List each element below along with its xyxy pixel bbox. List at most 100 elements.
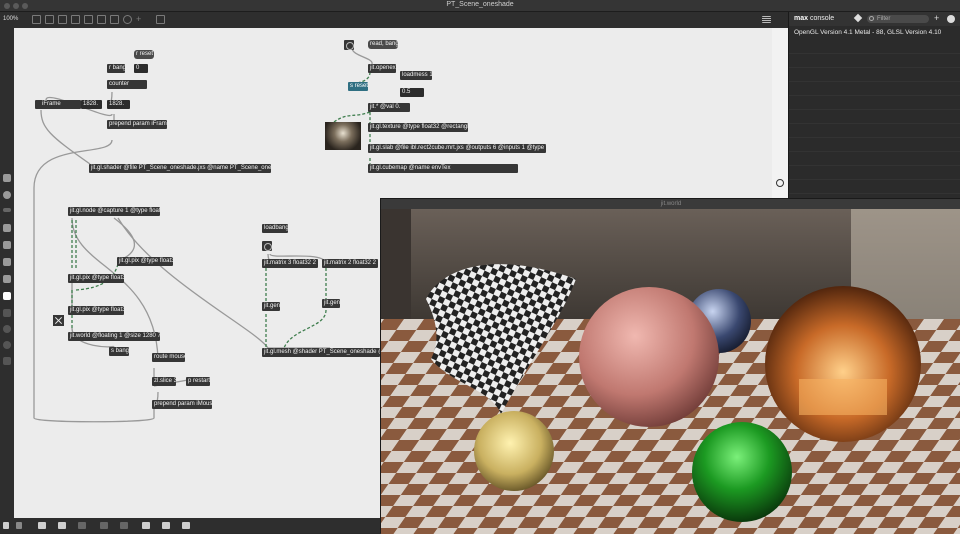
console-row: [789, 68, 960, 82]
piano-icon[interactable]: [162, 522, 170, 529]
io-icon[interactable]: [3, 241, 11, 249]
pix-object-2[interactable]: jit.gl.pix @type float32: [117, 257, 173, 266]
s-reset-object[interactable]: s reset: [348, 82, 368, 91]
cursor-icon[interactable]: [100, 522, 108, 529]
image-icon[interactable]: [3, 258, 11, 266]
r-bang-object[interactable]: r bang: [107, 64, 125, 73]
console-row: [789, 180, 960, 194]
console-row: [789, 40, 960, 54]
zl-slice-object[interactable]: zl.slice 3: [152, 377, 176, 386]
console-row: [789, 54, 960, 68]
route-mouse-object[interactable]: route mouse: [152, 353, 185, 362]
console-message: OpenGL Version 4.1 Metal - 88, GLSL Vers…: [794, 29, 942, 36]
title-bar: PT_Scene_oneshade: [0, 0, 960, 12]
toggle-icon[interactable]: [110, 15, 119, 24]
number-icon[interactable]: [84, 15, 93, 24]
world-toggle[interactable]: [53, 315, 64, 326]
lock-toggle-icon[interactable]: [32, 15, 41, 24]
loadmess-object[interactable]: loadmess 1: [400, 71, 432, 80]
zero-number-box[interactable]: 0: [134, 64, 148, 73]
iframe-number-box-2[interactable]: 1828.: [107, 100, 130, 109]
render-window[interactable]: jit.world: [380, 198, 960, 534]
canvas-scroll-area[interactable]: [772, 28, 788, 198]
prepend-imouse-object[interactable]: prepend param iMouse: [152, 400, 212, 409]
lock-icon[interactable]: [3, 522, 9, 529]
window-title: PT_Scene_oneshade: [446, 1, 514, 8]
mortar-icon[interactable]: [3, 292, 11, 300]
r-reset-object[interactable]: r reset: [134, 50, 154, 59]
console-row: [789, 152, 960, 166]
sidebar-toggle-icon[interactable]: [762, 16, 771, 23]
grid-icon[interactable]: [78, 522, 86, 529]
console-row: [789, 124, 960, 138]
matrix2-object[interactable]: jit.matrix 2 float32 2 2: [322, 259, 378, 268]
reference-icon[interactable]: [3, 341, 11, 349]
slab-object[interactable]: jit.gl.slab @file ibl.rect2cube.mrt.jxs …: [368, 144, 546, 153]
console-filter-input[interactable]: Filter: [867, 15, 929, 23]
console-row: [789, 96, 960, 110]
circle-icon[interactable]: [3, 191, 11, 199]
iframe-label: iFrame: [35, 100, 81, 109]
jit-gen-object-2[interactable]: jit.gen: [322, 299, 340, 308]
console-row: [789, 82, 960, 96]
package-icon[interactable]: [3, 309, 11, 317]
console-row: [789, 138, 960, 152]
note-icon[interactable]: [3, 224, 11, 232]
float-number-box[interactable]: 0.5: [400, 88, 424, 97]
texture-object[interactable]: jit.gl.texture @type float32 @rectangle …: [368, 123, 468, 132]
console-row: [789, 110, 960, 124]
matrix3-object[interactable]: jit.matrix 3 float32 2 2: [262, 259, 318, 268]
paint-icon[interactable]: [156, 15, 165, 24]
search-icon[interactable]: [776, 179, 784, 187]
dial-icon[interactable]: [123, 15, 132, 24]
debug-icon[interactable]: [120, 522, 128, 529]
world-object[interactable]: jit.world @floating 1 @size 1280 720: [68, 332, 160, 341]
loadbang-button[interactable]: [262, 241, 272, 251]
render-window-title: jit.world: [381, 199, 960, 209]
diamond-icon[interactable]: [853, 13, 863, 23]
loadbang-object[interactable]: loadbang: [262, 224, 288, 233]
help-icon[interactable]: [3, 325, 11, 333]
cubemap-object[interactable]: jit.gl.cubemap @name envTex: [368, 164, 518, 173]
message-icon[interactable]: [71, 15, 80, 24]
mixer-icon[interactable]: [182, 522, 190, 529]
star-icon[interactable]: [3, 357, 11, 365]
presentation-icon[interactable]: [16, 522, 22, 529]
environment-thumbnail: [325, 122, 361, 150]
pix-object-1[interactable]: jit.gl.pix @type float32: [68, 274, 124, 283]
comment-icon[interactable]: [58, 15, 67, 24]
bar-icon[interactable]: [3, 208, 11, 212]
p-restart-object[interactable]: p restart: [186, 377, 210, 386]
console-title: max console: [794, 15, 835, 22]
patcher-toolbar: 100% +: [0, 12, 788, 28]
chat-icon[interactable]: [38, 522, 46, 529]
iframe-number-box[interactable]: 1828.: [81, 100, 102, 109]
jit-multiply-object[interactable]: jit.* @val 0.: [368, 103, 410, 112]
clip-icon[interactable]: [3, 275, 11, 283]
button-icon[interactable]: [97, 15, 106, 24]
layers-icon[interactable]: [58, 522, 66, 529]
prepend-iframe-object[interactable]: prepend param iFrame: [107, 120, 167, 129]
node-object[interactable]: jit.gl.node @capture 1 @type float32: [68, 207, 160, 216]
render-viewport[interactable]: [381, 209, 960, 534]
add-icon[interactable]: +: [136, 15, 145, 24]
cube-icon[interactable]: [3, 174, 11, 182]
read-bang-button[interactable]: [344, 40, 354, 50]
pix-object-3[interactable]: jit.gl.pix @type float32: [68, 306, 124, 315]
zoom-level[interactable]: 100%: [3, 16, 18, 22]
read-bang-message[interactable]: read, bang: [368, 40, 399, 49]
add-icon[interactable]: +: [934, 13, 939, 23]
wrench-icon[interactable]: [142, 522, 150, 529]
openexr-object[interactable]: jit.openexr: [368, 64, 396, 73]
console-header: max console Filter +: [789, 12, 960, 26]
jit-gen-object-1[interactable]: jit.gen: [262, 302, 280, 311]
clear-console-icon[interactable]: [947, 15, 955, 23]
rendered-scene: [381, 209, 960, 534]
shader-object[interactable]: jit.gl.shader @file PT_Scene_oneshade.jx…: [89, 164, 271, 173]
counter-object[interactable]: counter: [107, 80, 147, 89]
left-sidebar: [0, 28, 14, 518]
s-bang-object[interactable]: s bang: [109, 347, 129, 356]
new-object-icon[interactable]: [45, 15, 54, 24]
console-row: [789, 166, 960, 180]
mesh-object[interactable]: jit.gl.mesh @shader PT_Scene_oneshade @t…: [262, 348, 380, 357]
